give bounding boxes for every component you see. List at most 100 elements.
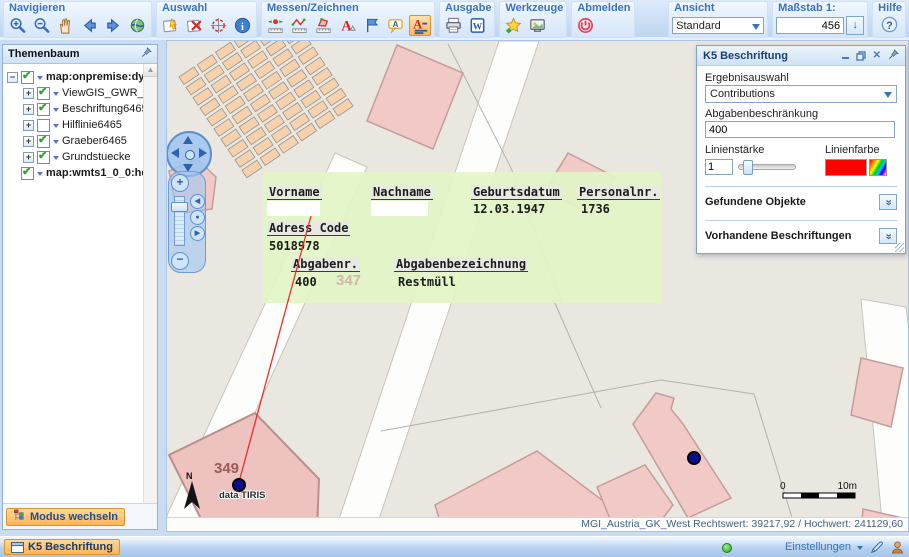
zoom-slider-handle[interactable] — [171, 202, 188, 212]
map-marker-dot[interactable] — [688, 452, 700, 464]
close-button[interactable]: ✕ — [873, 51, 881, 61]
layer-checkbox[interactable]: ✔ — [21, 167, 34, 180]
tool-add-favorite[interactable] — [503, 16, 524, 36]
tree-item-graeber6465[interactable]: +✔Graeber6465 — [3, 133, 157, 149]
linienstaerke-input[interactable] — [705, 159, 733, 175]
pin-icon — [888, 49, 899, 63]
abgabenbeschraenkung-input[interactable] — [705, 121, 895, 138]
ergebnisauswahl-value: Contributions — [710, 88, 775, 100]
tool-draw-label[interactable]: A — [385, 16, 406, 36]
full-extent-button[interactable]: ● — [190, 210, 205, 225]
check-icon: ✔ — [38, 149, 47, 162]
tool-zoom-in[interactable] — [7, 16, 28, 36]
ergebnisauswahl-select[interactable]: Contributions — [705, 85, 897, 103]
slider-handle[interactable] — [743, 160, 753, 175]
prev-extent-button[interactable]: ◀ — [190, 194, 205, 209]
tool-clear-selection[interactable] — [184, 16, 205, 36]
tool-measure-line[interactable] — [289, 16, 310, 36]
expand-gefundene-button[interactable]: » — [879, 194, 897, 210]
user-icon[interactable] — [890, 540, 905, 555]
massstab-apply-button[interactable]: ↓ — [846, 16, 864, 35]
panel-titlebar[interactable]: K5 Beschriftung ✕ — [697, 46, 905, 66]
tool-export-word[interactable]: W — [467, 16, 488, 36]
tree-item-hilflinie6465[interactable]: +Hilflinie6465 — [3, 117, 157, 133]
tool-back[interactable] — [79, 16, 100, 36]
minimize-button[interactable] — [842, 52, 849, 59]
layer-checkbox[interactable]: ✔ — [37, 87, 50, 100]
pan-north-icon[interactable] — [183, 136, 193, 144]
linienstaerke-slider[interactable] — [738, 164, 796, 170]
tool-buffer-select[interactable] — [208, 16, 229, 36]
tool-logout[interactable] — [575, 16, 596, 36]
next-extent-button[interactable]: ▶ — [190, 226, 205, 241]
chevron-down-icon[interactable] — [857, 546, 863, 553]
k5-window-taskbar-button[interactable]: K5 Beschriftung — [4, 539, 120, 555]
expand-icon[interactable]: + — [23, 120, 34, 131]
pan-center-icon[interactable] — [185, 150, 195, 160]
restore-button[interactable] — [856, 51, 866, 61]
toolbar-group-massstab: Maßstab 1: ↓ — [772, 1, 868, 38]
ergebnisauswahl-label: Ergebnisauswahl — [705, 72, 897, 84]
zoom-out-button[interactable]: − — [171, 252, 189, 270]
tool-measure-area[interactable] — [313, 16, 334, 36]
resize-grip[interactable] — [895, 243, 904, 252]
tool-draw-text[interactable]: A — [337, 16, 358, 36]
collapse-icon[interactable]: − — [7, 72, 18, 83]
svg-text:A: A — [393, 20, 399, 29]
tree-item-grundstuecke[interactable]: +✔Grundstuecke — [3, 149, 157, 165]
tree-item-map-wmts1-0-0-hos[interactable]: ✔map:wmts1_0_0:hos — [3, 165, 157, 181]
hilfe-label: Hilfe — [876, 2, 902, 15]
layer-checkbox[interactable]: ✔ — [37, 103, 50, 116]
themenbaum-header: Themenbaum — [3, 45, 157, 64]
pin-button[interactable] — [888, 49, 899, 63]
tool-overview[interactable] — [127, 16, 148, 36]
tool-forward[interactable] — [103, 16, 124, 36]
tree-scrollbar[interactable]: ▲ — [143, 64, 157, 503]
chevron-down-icon — [37, 76, 43, 83]
tree-item-beschriftung6465[interactable]: +✔Beschriftung6465 — [3, 101, 157, 117]
tool-text-annotation[interactable]: A — [409, 15, 431, 36]
layer-checkbox[interactable] — [37, 119, 50, 132]
pin-icon[interactable] — [141, 47, 152, 61]
color-picker-swatch[interactable] — [869, 159, 887, 176]
tool-print[interactable] — [443, 16, 464, 36]
toolbar-group-werkzeuge: Werkzeuge — [499, 1, 567, 38]
expand-icon[interactable]: + — [23, 104, 34, 115]
tool-pan[interactable] — [55, 16, 76, 36]
export-word-icon: W — [468, 16, 487, 35]
line-color-swatch[interactable] — [825, 159, 867, 176]
tool-measure-point[interactable] — [265, 16, 286, 36]
tool-draw-flag[interactable] — [361, 16, 382, 36]
chevron-double-icon: » — [883, 233, 894, 239]
layer-checkbox[interactable]: ✔ — [37, 151, 50, 164]
tree-item-viewgis-gwr-adr[interactable]: +✔ViewGIS_GWR_Adr — [3, 85, 157, 101]
expand-vorhandene-button[interactable]: » — [879, 228, 897, 244]
geburtsdatum-value: 12.03.1947 — [473, 202, 545, 216]
tool-feature-info[interactable]: i — [232, 16, 253, 36]
toolbar-group-label: Auswahl — [160, 2, 253, 15]
close-icon: ✕ — [873, 51, 881, 61]
zoom-in-button[interactable]: + — [171, 174, 189, 192]
help-button[interactable]: ? — [879, 16, 900, 36]
layer-checkbox[interactable]: ✔ — [21, 71, 34, 84]
einstellungen-link[interactable]: Einstellungen — [785, 541, 851, 553]
layer-checkbox[interactable]: ✔ — [37, 135, 50, 148]
toolbar-group-ansicht: Ansicht Standard — [668, 1, 768, 38]
scroll-up-icon[interactable]: ▲ — [144, 64, 157, 77]
pan-west-icon[interactable] — [171, 148, 179, 158]
ansicht-select[interactable]: Standard — [672, 17, 764, 34]
tree-item-map-onpremise-dyna[interactable]: −✔map:onpremise:dyna — [3, 69, 157, 85]
expand-icon[interactable]: + — [23, 152, 34, 163]
expand-icon[interactable]: + — [23, 136, 34, 147]
tool-zoom-out[interactable] — [31, 16, 52, 36]
massstab-input[interactable] — [776, 17, 844, 34]
col-personalnr: Personalnr. — [577, 185, 660, 200]
modus-wechseln-button[interactable]: Modus wechseln — [6, 508, 125, 526]
col-abgabenr: Abgabenr. — [291, 257, 360, 272]
tool-select-features[interactable] — [160, 16, 181, 36]
zoom-slider[interactable] — [174, 196, 185, 246]
expand-icon[interactable]: + — [23, 88, 34, 99]
pan-east-icon[interactable] — [199, 148, 207, 158]
pencil-icon[interactable] — [869, 540, 884, 555]
tool-export-image[interactable] — [527, 16, 548, 36]
